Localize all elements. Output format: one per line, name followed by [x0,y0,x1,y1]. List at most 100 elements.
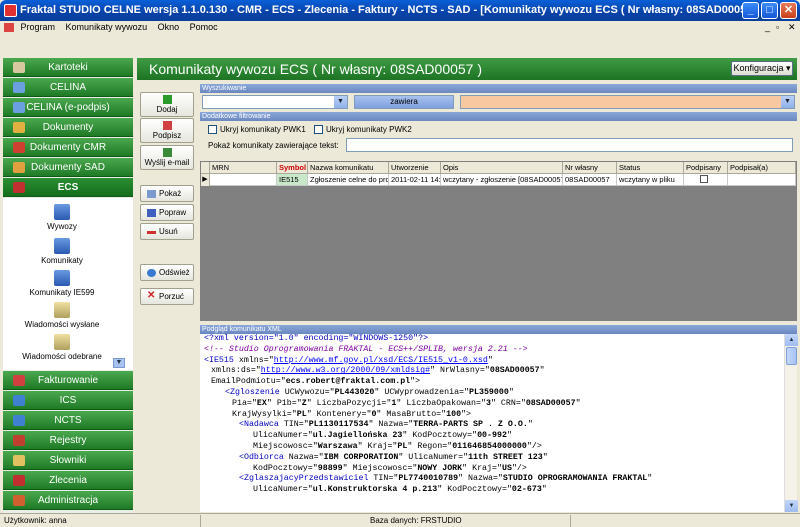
filter-text-input[interactable] [346,138,793,152]
signature-icon [162,121,172,130]
pokaz-button[interactable]: Pokaż [140,185,194,202]
sidebar-item-ncts[interactable]: NCTS [3,411,133,430]
xml-token: 100 [446,409,462,419]
column-header-mrn[interactable]: MRN [210,162,277,174]
xml-line: xmlns:ds="http://www.w3.org/2000/09/xmld… [204,366,784,377]
xml-line: KodPocztowy="98899" Miejscowosc="NOWY JO… [204,464,784,475]
table-cell-podpisal[interactable] [728,174,796,186]
ecs-sub-wyslane[interactable]: Wiadomości wysłane [17,302,107,329]
sidebar-item-slowniki[interactable]: Słowniki [3,451,133,470]
table-corner [201,162,210,174]
xml-token: " UCWyprowadzenia=" [374,387,470,397]
column-header-opis[interactable]: Opis [441,162,563,174]
sidebar-item-ecs[interactable]: ECS [3,178,133,197]
column-header-podpisany[interactable]: Podpisany [684,162,728,174]
sidebar-item-celina[interactable]: CELINA [3,78,133,97]
checkbox-icon [314,125,323,135]
usun-button[interactable]: Usuń [140,223,194,240]
odswiez-label: Odśwież [159,268,190,277]
search-condition-select[interactable]: zawiera [354,95,454,109]
menu-pomoc[interactable]: Pomoc [190,22,218,32]
mdi-window-icon[interactable] [4,23,14,32]
table-cell-mrn[interactable] [210,174,277,186]
column-header-podpisal[interactable]: Podpisał(a) [728,162,796,174]
sidebar-item-dokumenty-cmr[interactable]: Dokumenty CMR [3,138,133,157]
scroll-up-icon[interactable]: ▲ [785,334,798,346]
table-cell-status[interactable]: wczytany w pliku [617,174,684,186]
checkbox-icon [208,125,217,135]
close-button[interactable]: ✕ [780,2,797,19]
sidebar-item-celina-epodpis[interactable]: CELINA (e-podpis) [3,98,133,117]
xml-line: Miejscowosc="Warszawa" Kraj="PL" Regon="… [204,442,784,453]
column-header-status[interactable]: Status [617,162,684,174]
table-cell-symbol[interactable]: IE515 [277,174,308,186]
scroll-thumb[interactable] [786,347,797,365]
column-header-symbol[interactable]: Symbol [277,162,308,174]
menu-komunikaty-wywozu[interactable]: Komunikaty wywozu [66,22,148,32]
odswiez-button[interactable]: Odśwież [140,264,194,281]
porzuc-button[interactable]: ✕ Porzuć [140,288,194,305]
sidebar-item-zlecenia[interactable]: Zlecenia [3,471,133,490]
xml-token: 00-992 [477,431,507,441]
column-header-utworzenie[interactable]: Utworzenie [389,162,441,174]
xml-token: PL359000 [469,387,509,397]
ecs-sub-ie599[interactable]: Komunikaty IE599 [17,270,107,297]
table-cell-nazwa[interactable]: Zgłoszenie celne do proc [308,174,389,186]
xml-token: "> [410,377,421,387]
sidebar-item-label: CELINA [49,82,87,93]
page-title: Komunikaty wywozu ECS ( Nr własny: 08SAD… [137,58,797,80]
ecs-sub-wywozy[interactable]: Wywozy [17,204,107,231]
xml-token: " KodPocztowy=" [437,485,512,495]
row-selector[interactable]: ▶ [201,174,210,186]
received-messages-icon [54,334,70,350]
ecs-subpanel: Wywozy Komunikaty Komunikaty IE599 Wiado… [3,198,133,370]
ecs-sub-komunikaty[interactable]: Komunikaty [17,238,107,265]
sidebar-item-kartoteki[interactable]: Kartoteki [3,58,133,77]
registry-icon [13,435,25,446]
sidebar-item-fakturowanie[interactable]: Fakturowanie [3,371,133,390]
mdi-minimize-button[interactable]: _ [765,23,770,32]
sidebar-item-rejestry[interactable]: Rejestry [3,431,133,450]
sidebar-item-dokumenty-sad[interactable]: Dokumenty SAD [3,158,133,177]
hide-pwk2-checkbox[interactable]: Ukryj komunikaty PWK2 [314,125,412,135]
minus-icon [147,231,156,234]
sidebar-item-administracja[interactable]: Administracja [3,491,133,510]
hide-pwk1-checkbox[interactable]: Ukryj komunikaty PWK1 [208,125,306,135]
xml-line: <?xml version="1.0" encoding="WINDOWS-12… [204,334,784,345]
xml-token: " [539,366,545,376]
scroll-down-icon[interactable]: ▼ [785,500,798,512]
status-divider [570,515,571,527]
dodaj-button[interactable]: Dodaj [140,92,194,117]
wyslij-email-button[interactable]: Wyślij e-mail [140,145,194,170]
signed-checkbox[interactable] [700,175,708,183]
xml-preview[interactable]: <?xml version="1.0" encoding="WINDOWS-12… [200,334,784,512]
menu-okno[interactable]: Okno [158,22,180,32]
column-header-nazwa[interactable]: Nazwa komunikatu [308,162,389,174]
search-row: ▼ zawiera ▼ [200,94,797,110]
table-cell-nr-wlasny[interactable]: 08SAD00057 [563,174,617,186]
popraw-button[interactable]: Popraw [140,204,194,221]
konfiguracja-button[interactable]: Konfiguracja ▾ [731,61,793,76]
maximize-button[interactable]: □ [761,2,778,19]
table-cell-podpisany[interactable] [684,174,728,186]
mdi-restore-button[interactable]: ▫ [776,23,779,32]
table-cell-utworzenie[interactable]: 2011-02-11 14: [389,174,441,186]
sidebar-item-ics[interactable]: ICS [3,391,133,410]
xml-token: <Zgloszenie [225,387,280,397]
sidebar-item-label: NCTS [54,415,82,426]
ecs-sub-odebrane[interactable]: Wiadomości odebrane [17,334,107,361]
plus-icon [162,95,172,104]
mdi-close-button[interactable]: ✕ [788,23,796,32]
xml-token: " MasaBrutto=" [376,409,447,419]
sidebar-scroll-down-button[interactable]: ▼ [113,358,125,368]
podpisz-label: Podpisz [152,131,182,140]
minimize-button[interactable]: _ [742,2,759,19]
sidebar-item-dokumenty[interactable]: Dokumenty [3,118,133,137]
table-cell-opis[interactable]: wczytany - zgłoszenie [08SAD00057] [441,174,563,186]
search-field-select[interactable]: ▼ [202,95,348,109]
column-header-nr-wlasny[interactable]: Nr własny [563,162,617,174]
podpisz-button[interactable]: Podpisz [140,118,194,143]
menu-program[interactable]: Program [21,22,56,32]
xml-scrollbar[interactable]: ▲ ▼ [784,334,798,512]
search-input[interactable]: ▼ [460,95,795,109]
